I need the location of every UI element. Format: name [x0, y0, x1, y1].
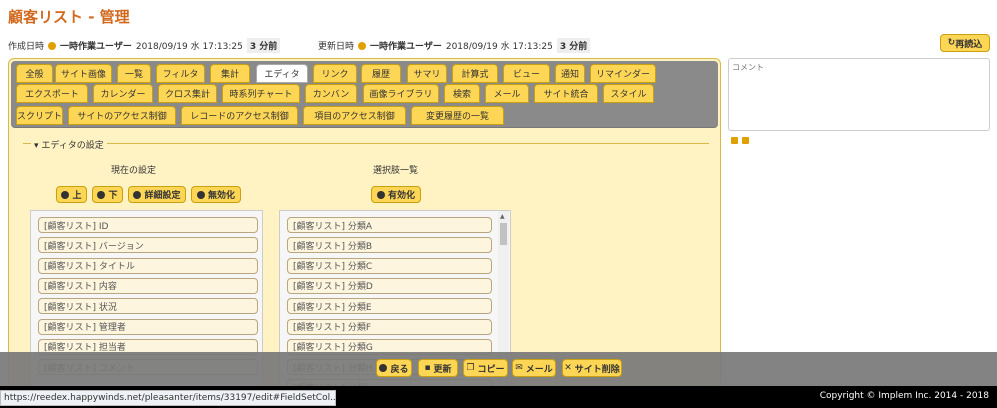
reload-label: 再読込 — [955, 39, 983, 50]
arrow-up-icon — [61, 190, 70, 199]
editor-legend[interactable]: ▾ エディタの設定 — [31, 138, 107, 151]
current-settings-label: 現在の設定 — [111, 166, 157, 176]
editor-panel: 全般 サイト画像 一覧 フィルタ 集計 エディタ リンク 履歴 サマリ 計算式 ビュー 通知 リマインダ… — [8, 58, 721, 388]
option-list-item[interactable]: [顧客リスト] 分類B — [287, 237, 492, 254]
back-icon — [379, 364, 388, 372]
mail-button[interactable]: ✉ メール — [512, 359, 556, 377]
advanced-settings-button[interactable]: 詳細設定 — [128, 186, 186, 203]
tab-22[interactable]: スタイル — [603, 84, 654, 103]
reload-icon: ↻ — [947, 38, 956, 48]
current-list-item[interactable]: [顧客リスト] バージョン — [38, 237, 258, 254]
disable-button[interactable]: 無効化 — [191, 186, 241, 203]
tab-13[interactable]: エクスポート — [16, 84, 88, 103]
tab-23[interactable]: スクリプト — [16, 106, 63, 125]
save-icon: ▪ — [424, 363, 431, 373]
updated-label: 更新日時 — [318, 42, 355, 52]
arrow-down-icon — [97, 190, 106, 199]
tab-15[interactable]: クロス集計 — [158, 84, 217, 103]
tab-3[interactable]: フィルタ — [156, 64, 205, 83]
delete-site-button[interactable]: ✕ サイト削除 — [562, 359, 622, 377]
comment-input[interactable] — [729, 59, 989, 130]
tab-25[interactable]: レコードのアクセス制御 — [181, 106, 298, 125]
updated-datetime: 2018/09/19 水 17:13:25 — [445, 42, 553, 52]
user-icon — [48, 41, 57, 50]
tab-5[interactable]: エディタ — [256, 64, 308, 83]
reload-button[interactable]: ↻ 再読込 — [940, 34, 990, 52]
updated-ago: 3 分前 — [556, 38, 591, 53]
tab-27[interactable]: 変更履歴の一覧 — [411, 106, 504, 125]
tab-16[interactable]: 時系列チャート — [222, 84, 300, 103]
option-list-item[interactable]: [顧客リスト] 分類F — [287, 318, 492, 335]
tab-1[interactable]: サイト画像 — [55, 64, 112, 83]
created-ago: 3 分前 — [246, 38, 281, 53]
updated-info: 更新日時 一時作業ユーザー 2018/09/19 水 17:13:25 3 分前 — [318, 38, 591, 53]
created-user[interactable]: 一時作業ユーザー — [60, 39, 132, 52]
current-list-item[interactable]: [顧客リスト] 状況 — [38, 298, 258, 315]
image-icon[interactable] — [731, 137, 738, 144]
gear-icon — [133, 190, 142, 199]
tab-14[interactable]: カレンダー — [93, 84, 153, 103]
tab-17[interactable]: カンバン — [305, 84, 357, 103]
tab-8[interactable]: サマリ — [407, 64, 447, 83]
copy-icon: ❐ — [466, 363, 475, 373]
tab-7[interactable]: 履歴 — [361, 64, 401, 83]
option-list-item[interactable]: [顧客リスト] 分類C — [287, 257, 492, 274]
tab-26[interactable]: 項目のアクセス制御 — [303, 106, 406, 125]
footer-toolbar: 戻る ▪ 更新 ❐ コピー ✉ メール ✕ サイト削除 — [0, 352, 997, 386]
attach-icon[interactable] — [742, 137, 749, 144]
tab-10[interactable]: ビュー — [503, 64, 550, 83]
status-url: https://reedex.happywinds.net/pleasanter… — [0, 390, 336, 406]
mail-icon: ✉ — [515, 363, 523, 373]
move-down-button[interactable]: 下 — [92, 186, 123, 203]
current-list-item[interactable]: [顧客リスト] ID — [38, 217, 258, 233]
arrow-right-icon — [196, 190, 205, 199]
copyright: Copyright © Implem Inc. 2014 - 2018 — [819, 391, 989, 401]
tab-19[interactable]: 検索 — [444, 84, 480, 103]
tab-0[interactable]: 全般 — [16, 64, 53, 83]
copy-button[interactable]: ❐ コピー — [463, 359, 508, 377]
tab-18[interactable]: 画像ライブラリ — [363, 84, 439, 103]
enable-button[interactable]: 有効化 — [371, 186, 421, 203]
option-list-item[interactable]: [顧客リスト] 分類E — [287, 298, 492, 315]
created-info: 作成日時 一時作業ユーザー 2018/09/19 水 17:13:25 3 分前 — [8, 38, 281, 53]
arrow-left-icon — [376, 190, 385, 199]
current-list-item[interactable]: [顧客リスト] 管理者 — [38, 318, 258, 335]
back-button[interactable]: 戻る — [376, 359, 412, 377]
tab-6[interactable]: リンク — [313, 64, 357, 83]
comment-box[interactable] — [728, 58, 990, 131]
tab-21[interactable]: サイト統合 — [534, 84, 598, 103]
tab-9[interactable]: 計算式 — [452, 64, 498, 83]
tab-4[interactable]: 集計 — [210, 64, 250, 83]
updated-user[interactable]: 一時作業ユーザー — [370, 39, 442, 52]
page-title: 顧客リスト - 管理 — [8, 8, 130, 26]
option-list-item[interactable]: [顧客リスト] 分類D — [287, 277, 492, 294]
scroll-up-icon[interactable]: ▲ — [500, 213, 505, 220]
tab-bar: 全般 サイト画像 一覧 フィルタ 集計 エディタ リンク 履歴 サマリ 計算式 ビュー 通知 リマインダ… — [11, 61, 718, 128]
tab-2[interactable]: 一覧 — [117, 64, 151, 83]
trash-icon: ✕ — [564, 363, 572, 373]
options-list-label: 選択肢一覧 — [373, 166, 419, 176]
user-icon — [358, 41, 367, 50]
tab-12[interactable]: リマインダー — [590, 64, 656, 83]
move-up-button[interactable]: 上 — [56, 186, 87, 203]
scrollbar-thumb[interactable] — [500, 223, 507, 245]
created-datetime: 2018/09/19 水 17:13:25 — [135, 42, 243, 52]
current-list-item[interactable]: [顧客リスト] 内容 — [38, 277, 258, 294]
update-button[interactable]: ▪ 更新 — [418, 359, 458, 377]
created-label: 作成日時 — [8, 42, 45, 52]
tab-11[interactable]: 通知 — [555, 64, 585, 83]
current-list-item[interactable]: [顧客リスト] タイトル — [38, 257, 258, 274]
tab-20[interactable]: メール — [485, 84, 529, 103]
option-list-item[interactable]: [顧客リスト] 分類A — [287, 217, 492, 233]
tab-24[interactable]: サイトのアクセス制御 — [68, 106, 176, 125]
